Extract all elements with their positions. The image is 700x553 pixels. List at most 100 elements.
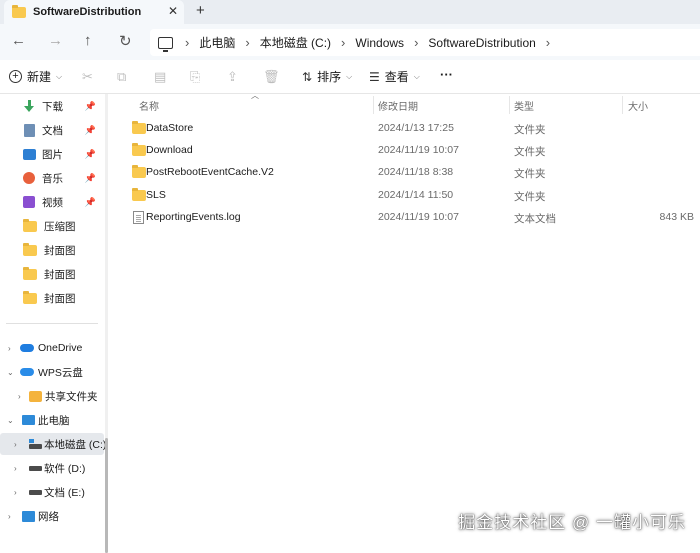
network-icon <box>22 510 35 522</box>
sidebar-item-network[interactable]: › 网络 <box>0 505 104 527</box>
navigation-pane: 下载 📌 文档 📌 图片 📌 音乐 📌 视频 📌 压缩图 封面图 封面图 封面图 <box>0 94 108 553</box>
rename-icon[interactable]: ⎘ <box>190 69 200 85</box>
command-bar: + 新建 ⌵ ✂ ⧉ ▤ ⎘ ⇪ 🗑 ⇅ 排序 ⌵ ☰ 查看 ⌵ ··· <box>0 60 700 94</box>
sidebar-item-local-disk-c[interactable]: › 本地磁盘 (C:) <box>0 433 106 455</box>
sort-button[interactable]: ⇅ 排序 ⌵ <box>302 68 352 85</box>
chevron-down-icon[interactable]: ⌄ <box>7 416 14 425</box>
column-divider[interactable] <box>373 96 374 114</box>
sidebar-item-drive-e[interactable]: › 文档 (E:) <box>0 481 104 503</box>
share-icon[interactable]: ⇪ <box>227 69 238 85</box>
folder-icon <box>132 121 146 134</box>
delete-icon[interactable]: 🗑 <box>263 69 280 85</box>
forward-button[interactable]: → <box>48 32 63 49</box>
pin-icon: 📌 <box>84 148 96 159</box>
sidebar-item-videos[interactable]: 视频 📌 <box>0 191 104 213</box>
sidebar-scrollbar-thumb[interactable] <box>105 438 108 553</box>
pin-icon: 📌 <box>84 196 96 207</box>
sidebar-item-music[interactable]: 音乐 📌 <box>0 167 104 189</box>
drive-icon <box>29 465 42 471</box>
new-tab-button[interactable]: + <box>196 2 205 19</box>
chevron-right-icon[interactable]: › <box>18 392 21 401</box>
column-header-size[interactable]: 大小 <box>628 98 648 113</box>
chevron-down-icon: ⌵ <box>56 71 63 81</box>
sidebar-item-cover-images-2[interactable]: 封面图 <box>0 263 104 285</box>
chevron-right-icon[interactable]: › <box>8 512 11 521</box>
file-row-reportingevents-log[interactable]: ReportingEvents.log 2024/11/19 10:07 文本文… <box>110 207 700 229</box>
drive-icon <box>29 439 42 449</box>
text-file-icon <box>133 211 144 224</box>
sidebar-item-cover-images-3[interactable]: 封面图 <box>0 287 104 309</box>
view-icon: ☰ <box>369 69 380 84</box>
folder-icon <box>23 290 37 304</box>
pin-icon: 📌 <box>84 100 96 111</box>
folder-icon <box>23 266 37 280</box>
sort-button-label: 排序 <box>317 70 342 84</box>
new-button[interactable]: + 新建 ⌵ <box>9 68 62 85</box>
shared-folder-icon <box>29 390 42 402</box>
chevron-right-icon[interactable]: › <box>8 344 11 353</box>
sidebar-item-wps-cloud[interactable]: ⌄ WPS云盘 <box>0 361 104 383</box>
chevron-right-icon[interactable]: › <box>14 464 17 473</box>
breadcrumb-software-distribution[interactable]: SoftwareDistribution <box>428 36 535 50</box>
address-bar[interactable]: › 此电脑 › 本地磁盘 (C:) › Windows › SoftwareDi… <box>150 29 700 56</box>
tab-software-distribution[interactable]: SoftwareDistribution ✕ <box>4 0 184 24</box>
sidebar-item-documents[interactable]: 文档 📌 <box>0 119 104 141</box>
column-header-type[interactable]: 类型 <box>514 98 534 113</box>
file-row-download[interactable]: Download 2024/11/19 10:07 文件夹 <box>110 140 700 162</box>
folder-icon <box>23 218 37 232</box>
file-row-postrebooteventcache[interactable]: PostRebootEventCache.V2 2024/11/18 8:38 … <box>110 162 700 184</box>
sidebar-item-pictures[interactable]: 图片 📌 <box>0 143 104 165</box>
more-options-button[interactable]: ··· <box>440 67 453 82</box>
cut-icon[interactable]: ✂ <box>82 69 93 85</box>
pin-icon: 📌 <box>84 172 96 183</box>
folder-icon <box>23 242 37 256</box>
column-divider[interactable] <box>509 96 510 114</box>
sidebar-item-shared-folder[interactable]: › 共享文件夹 <box>0 385 104 407</box>
column-header-modified[interactable]: 修改日期 <box>378 98 418 113</box>
column-divider[interactable] <box>622 96 623 114</box>
back-button[interactable]: ← <box>11 32 26 49</box>
breadcrumb-separator[interactable]: › <box>245 35 249 50</box>
breadcrumb-local-disk-c[interactable]: 本地磁盘 (C:) <box>260 34 331 51</box>
file-row-sls[interactable]: SLS 2024/1/14 11:50 文件夹 <box>110 185 700 207</box>
sidebar-item-this-pc[interactable]: ⌄ 此电脑 <box>0 409 104 431</box>
chevron-right-icon[interactable]: › <box>14 440 17 449</box>
sidebar-item-cover-images-1[interactable]: 封面图 <box>0 239 104 261</box>
this-pc-icon[interactable] <box>158 36 173 52</box>
drive-icon <box>29 489 42 495</box>
up-button[interactable]: ↑ <box>84 32 92 49</box>
breadcrumb-separator[interactable]: › <box>546 35 550 50</box>
sidebar-divider <box>6 323 98 324</box>
view-button[interactable]: ☰ 查看 ⌵ <box>369 68 420 85</box>
sidebar-item-drive-d[interactable]: › 软件 (D:) <box>0 457 104 479</box>
sidebar-item-compressed-images[interactable]: 压缩图 <box>0 215 104 237</box>
picture-icon <box>23 148 36 160</box>
document-icon <box>24 123 35 137</box>
chevron-down-icon: ⌵ <box>346 71 353 81</box>
sort-icon: ⇅ <box>302 69 313 84</box>
this-pc-icon <box>22 415 35 425</box>
chevron-down-icon[interactable]: ⌄ <box>7 368 14 377</box>
copy-icon[interactable]: ⧉ <box>117 69 126 85</box>
column-header-name[interactable]: 名称 <box>139 98 159 113</box>
file-row-datastore[interactable]: DataStore 2024/1/13 17:25 文件夹 <box>110 118 700 140</box>
onedrive-icon <box>20 344 34 352</box>
paste-icon[interactable]: ▤ <box>154 69 166 85</box>
wps-cloud-icon <box>20 368 34 376</box>
chevron-right-icon[interactable]: › <box>14 488 17 497</box>
breadcrumb-separator[interactable]: › <box>185 35 189 50</box>
pin-icon: 📌 <box>84 124 96 135</box>
breadcrumb-separator[interactable]: › <box>341 35 345 50</box>
breadcrumb-this-pc[interactable]: 此电脑 <box>199 34 235 51</box>
sidebar-item-onedrive[interactable]: › OneDrive <box>0 337 104 359</box>
folder-icon <box>132 188 146 201</box>
folder-icon <box>132 143 146 156</box>
breadcrumb-separator[interactable]: › <box>414 35 418 50</box>
new-button-label: 新建 <box>27 70 52 84</box>
breadcrumb-windows[interactable]: Windows <box>355 36 404 50</box>
close-tab-icon[interactable]: ✕ <box>168 4 178 18</box>
view-button-label: 查看 <box>384 70 409 84</box>
refresh-button[interactable]: ↻ <box>119 32 132 50</box>
sidebar-item-downloads[interactable]: 下载 📌 <box>0 95 104 117</box>
watermark: 掘金技术社区 @ 一罐小可乐 <box>458 513 686 532</box>
